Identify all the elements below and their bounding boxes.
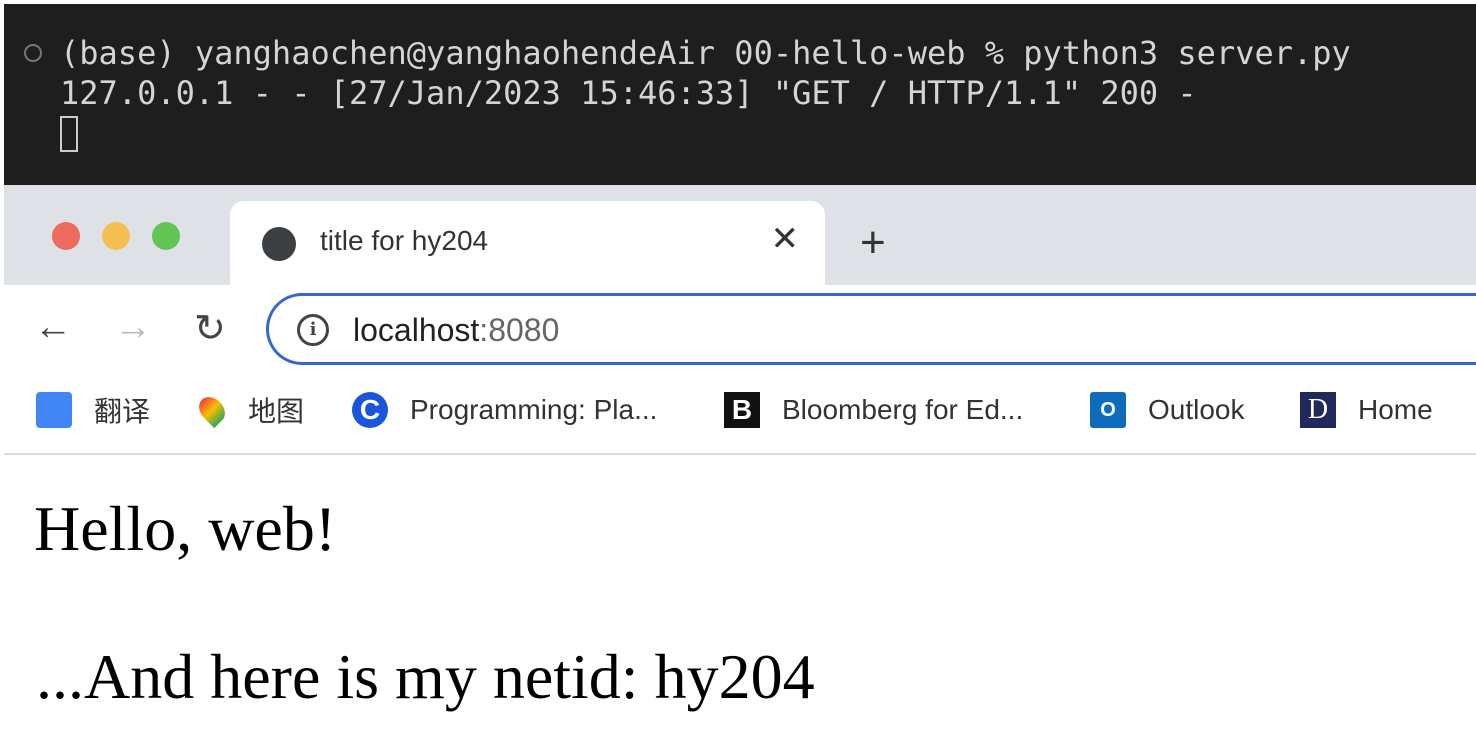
tab-active[interactable]: title for hy204 ✕ bbox=[230, 201, 825, 291]
tab-title: title for hy204 bbox=[320, 225, 489, 256]
coursera-c-icon: C bbox=[352, 392, 388, 428]
terminal[interactable]: (base) yanghaochen@yanghaohendeAir 00-he… bbox=[4, 4, 1476, 185]
bookmark-label: 地图 bbox=[248, 396, 305, 427]
terminal-log-line: 127.0.0.1 - - [27/Jan/2023 15:46:33] "GE… bbox=[60, 74, 1197, 112]
close-window-button[interactable] bbox=[52, 222, 80, 250]
reload-button[interactable]: ↻ bbox=[194, 306, 226, 351]
bookmark-outlook[interactable]: O Outlook bbox=[1090, 390, 1245, 430]
bookmark-programming[interactable]: C Programming: Pla... bbox=[352, 390, 657, 430]
divider bbox=[4, 453, 1476, 455]
minimize-window-button[interactable] bbox=[102, 222, 130, 250]
bookmark-home[interactable]: D Home bbox=[1300, 390, 1433, 430]
bloomberg-b-icon: B bbox=[724, 392, 760, 428]
page-text: ...And here is my netid: hy204 bbox=[36, 641, 815, 712]
bookmark-label: 翻译 bbox=[94, 396, 151, 427]
d-icon: D bbox=[1300, 392, 1336, 428]
bookmark-bloomberg[interactable]: B Bloomberg for Ed... bbox=[724, 390, 1023, 430]
globe-icon bbox=[262, 227, 296, 261]
back-button[interactable]: ← bbox=[34, 306, 72, 349]
page-heading: Hello, web! bbox=[34, 493, 337, 564]
google-translate-icon bbox=[36, 392, 72, 428]
google-maps-icon bbox=[193, 391, 231, 429]
bookmark-translate[interactable]: 翻译 bbox=[36, 390, 150, 430]
url-text[interactable]: localhost:8080 bbox=[353, 312, 559, 349]
zoom-window-button[interactable] bbox=[152, 222, 180, 250]
address-bar[interactable]: i localhost:8080 bbox=[266, 293, 1476, 365]
info-icon[interactable]: i bbox=[297, 314, 329, 346]
url-port: :8080 bbox=[479, 312, 560, 348]
bookmark-label: Bloomberg for Ed... bbox=[782, 394, 1024, 425]
bookmark-label: Programming: Pla... bbox=[410, 394, 658, 425]
bookmark-label: Outlook bbox=[1148, 394, 1245, 425]
forward-button[interactable]: → bbox=[114, 306, 152, 349]
bookmark-label: Home bbox=[1358, 394, 1433, 425]
close-tab-icon[interactable]: ✕ bbox=[771, 219, 800, 259]
outlook-icon: O bbox=[1090, 392, 1126, 428]
bookmark-maps[interactable]: 地图 bbox=[193, 390, 305, 430]
new-tab-button[interactable]: + bbox=[860, 218, 886, 268]
terminal-command-line: (base) yanghaochen@yanghaohendeAir 00-he… bbox=[60, 34, 1351, 72]
url-host: localhost bbox=[353, 312, 480, 348]
prompt-status-icon bbox=[24, 44, 42, 62]
terminal-cursor bbox=[60, 116, 78, 152]
